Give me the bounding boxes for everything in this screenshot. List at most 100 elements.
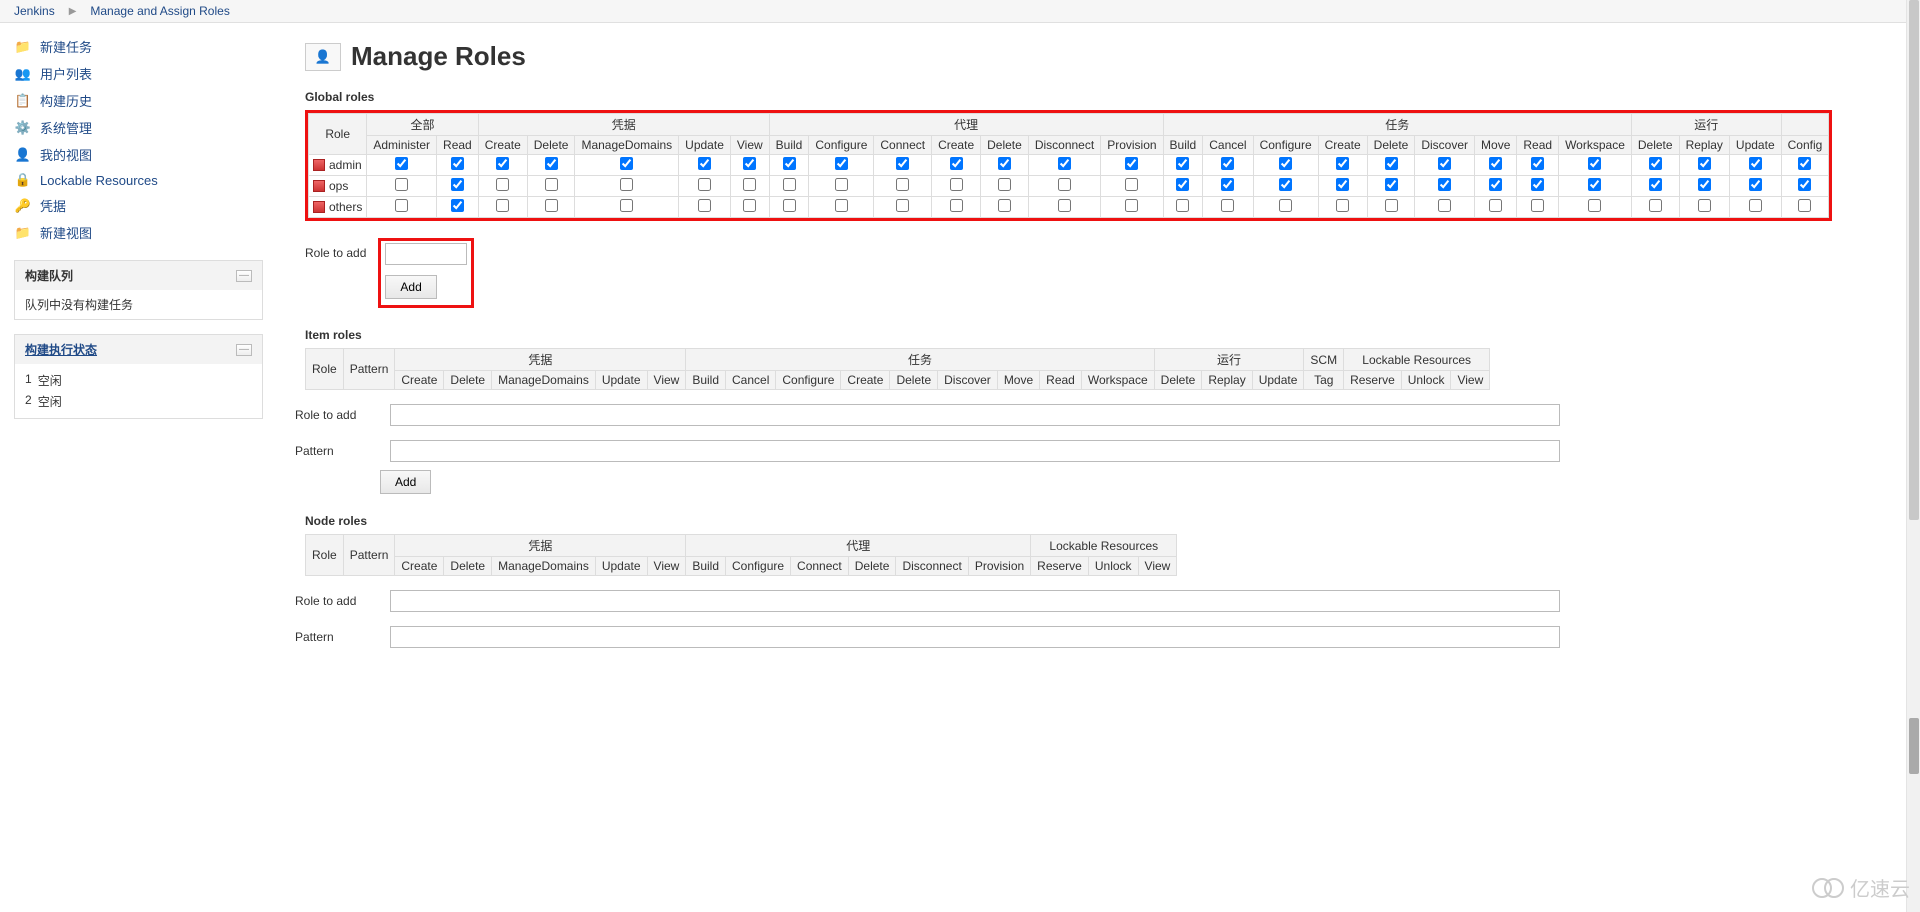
sidebar-item[interactable]: 👤我的视图 (14, 141, 263, 168)
permission-checkbox[interactable] (1279, 157, 1292, 170)
permission-checkbox[interactable] (496, 199, 509, 212)
permission-checkbox[interactable] (896, 157, 909, 170)
node-pattern-input[interactable] (390, 626, 1560, 648)
collapse-icon[interactable]: — (236, 344, 252, 356)
sidebar-item-label[interactable]: Lockable Resources (40, 173, 158, 188)
permission-checkbox[interactable] (783, 199, 796, 212)
permission-checkbox[interactable] (1058, 178, 1071, 191)
permission-checkbox[interactable] (1125, 199, 1138, 212)
permission-checkbox[interactable] (1058, 199, 1071, 212)
item-role-to-add-input[interactable] (390, 404, 1560, 426)
permission-checkbox[interactable] (1489, 157, 1502, 170)
permission-checkbox[interactable] (1438, 157, 1451, 170)
sidebar-item-label[interactable]: 新建视图 (40, 223, 92, 242)
permission-checkbox[interactable] (1749, 199, 1762, 212)
permission-checkbox[interactable] (896, 199, 909, 212)
permission-checkbox[interactable] (1698, 178, 1711, 191)
sidebar-item-label[interactable]: 新建任务 (40, 37, 92, 56)
permission-checkbox[interactable] (1798, 157, 1811, 170)
permission-checkbox[interactable] (1125, 157, 1138, 170)
permission-checkbox[interactable] (950, 157, 963, 170)
permission-checkbox[interactable] (1221, 199, 1234, 212)
sidebar-item-label[interactable]: 用户列表 (40, 64, 92, 83)
permission-checkbox[interactable] (835, 157, 848, 170)
permission-checkbox[interactable] (743, 157, 756, 170)
delete-role-icon[interactable] (313, 201, 325, 213)
sidebar-item[interactable]: ⚙️系统管理 (14, 114, 263, 141)
sidebar-item-label[interactable]: 我的视图 (40, 145, 92, 164)
permission-checkbox[interactable] (1336, 157, 1349, 170)
permission-checkbox[interactable] (1279, 199, 1292, 212)
sidebar-item[interactable]: 📁新建任务 (14, 33, 263, 60)
permission-checkbox[interactable] (1221, 178, 1234, 191)
collapse-icon[interactable]: — (236, 270, 252, 282)
sidebar-item[interactable]: 📋构建历史 (14, 87, 263, 114)
permission-checkbox[interactable] (1649, 199, 1662, 212)
executor-title[interactable]: 构建执行状态 (25, 341, 97, 358)
permission-checkbox[interactable] (1385, 157, 1398, 170)
permission-checkbox[interactable] (620, 157, 633, 170)
permission-checkbox[interactable] (1531, 178, 1544, 191)
permission-checkbox[interactable] (835, 178, 848, 191)
sidebar-item[interactable]: 🔒Lockable Resources (14, 168, 263, 192)
permission-checkbox[interactable] (395, 157, 408, 170)
item-pattern-input[interactable] (390, 440, 1560, 462)
global-add-button[interactable]: Add (385, 275, 436, 299)
permission-checkbox[interactable] (1176, 199, 1189, 212)
permission-checkbox[interactable] (1649, 157, 1662, 170)
permission-checkbox[interactable] (998, 157, 1011, 170)
permission-checkbox[interactable] (620, 178, 633, 191)
permission-checkbox[interactable] (1385, 199, 1398, 212)
permission-checkbox[interactable] (783, 157, 796, 170)
permission-checkbox[interactable] (1125, 178, 1138, 191)
permission-checkbox[interactable] (998, 178, 1011, 191)
permission-checkbox[interactable] (451, 199, 464, 212)
permission-checkbox[interactable] (698, 199, 711, 212)
permission-checkbox[interactable] (451, 178, 464, 191)
permission-checkbox[interactable] (1176, 178, 1189, 191)
permission-checkbox[interactable] (1279, 178, 1292, 191)
permission-checkbox[interactable] (545, 178, 558, 191)
permission-checkbox[interactable] (1176, 157, 1189, 170)
sidebar-item-label[interactable]: 凭据 (40, 196, 66, 215)
permission-checkbox[interactable] (1698, 157, 1711, 170)
delete-role-icon[interactable] (313, 180, 325, 192)
permission-checkbox[interactable] (1489, 178, 1502, 191)
permission-checkbox[interactable] (1221, 157, 1234, 170)
permission-checkbox[interactable] (1798, 199, 1811, 212)
node-role-to-add-input[interactable] (390, 590, 1560, 612)
permission-checkbox[interactable] (1588, 157, 1601, 170)
breadcrumb-root[interactable]: Jenkins (14, 4, 55, 18)
permission-checkbox[interactable] (545, 157, 558, 170)
permission-checkbox[interactable] (998, 199, 1011, 212)
scrollbar-thumb-dark[interactable] (1909, 718, 1919, 774)
permission-checkbox[interactable] (395, 178, 408, 191)
permission-checkbox[interactable] (1531, 199, 1544, 212)
permission-checkbox[interactable] (1438, 199, 1451, 212)
permission-checkbox[interactable] (395, 199, 408, 212)
permission-checkbox[interactable] (783, 178, 796, 191)
item-add-button[interactable]: Add (380, 470, 431, 494)
sidebar-item-label[interactable]: 构建历史 (40, 91, 92, 110)
permission-checkbox[interactable] (1385, 178, 1398, 191)
permission-checkbox[interactable] (743, 178, 756, 191)
permission-checkbox[interactable] (1588, 199, 1601, 212)
permission-checkbox[interactable] (1438, 178, 1451, 191)
delete-role-icon[interactable] (313, 159, 325, 171)
permission-checkbox[interactable] (698, 157, 711, 170)
permission-checkbox[interactable] (1588, 178, 1601, 191)
permission-checkbox[interactable] (835, 199, 848, 212)
permission-checkbox[interactable] (743, 199, 756, 212)
permission-checkbox[interactable] (1058, 157, 1071, 170)
permission-checkbox[interactable] (1798, 178, 1811, 191)
permission-checkbox[interactable] (620, 199, 633, 212)
permission-checkbox[interactable] (950, 178, 963, 191)
permission-checkbox[interactable] (545, 199, 558, 212)
global-role-to-add-input[interactable] (385, 243, 467, 265)
permission-checkbox[interactable] (896, 178, 909, 191)
scrollbar-thumb[interactable] (1909, 0, 1919, 520)
permission-checkbox[interactable] (496, 157, 509, 170)
permission-checkbox[interactable] (1649, 178, 1662, 191)
permission-checkbox[interactable] (1336, 178, 1349, 191)
scrollbar-track[interactable] (1906, 0, 1920, 912)
